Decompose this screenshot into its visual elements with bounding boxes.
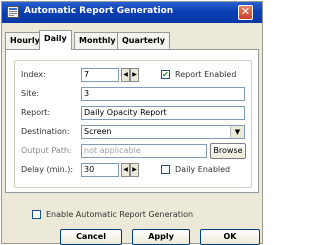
enable-auto-checkbox[interactable] bbox=[32, 210, 41, 219]
dialog-window: Automatic Report Generation ✕ Hourly Dai… bbox=[1, 1, 263, 245]
apply-button[interactable]: Apply bbox=[132, 229, 190, 245]
index-field[interactable]: 7 bbox=[81, 68, 119, 82]
enable-auto-label: Enable Automatic Report Generation bbox=[46, 210, 194, 219]
spin-right-icon[interactable]: ▶ bbox=[130, 68, 139, 82]
spin-left-icon[interactable]: ◀ bbox=[121, 163, 130, 177]
spin-right-icon[interactable]: ▶ bbox=[130, 163, 139, 177]
title-bar[interactable]: Automatic Report Generation ✕ bbox=[2, 2, 262, 23]
tab-monthly[interactable]: Monthly bbox=[74, 32, 121, 49]
output-path-field[interactable]: not applicable bbox=[81, 144, 207, 158]
index-label: Index: bbox=[21, 70, 46, 79]
delay-label: Delay (min.): bbox=[21, 165, 74, 174]
delay-spinner[interactable]: ◀ ▶ bbox=[121, 163, 139, 177]
index-spinner[interactable]: ◀ ▶ bbox=[121, 68, 139, 82]
tab-quarterly[interactable]: Quarterly bbox=[117, 32, 170, 49]
tab-strip: Hourly Daily Monthly Quarterly bbox=[5, 30, 263, 50]
app-icon bbox=[7, 6, 19, 18]
report-enabled-label: Report Enabled bbox=[175, 70, 237, 79]
tab-daily[interactable]: Daily bbox=[39, 30, 72, 50]
site-label: Site: bbox=[21, 89, 40, 98]
ok-button[interactable]: OK bbox=[200, 229, 260, 245]
delay-field[interactable]: 30 bbox=[81, 163, 119, 177]
daily-enabled-label: Daily Enabled bbox=[175, 165, 231, 174]
check-icon: ✔ bbox=[162, 70, 169, 79]
spin-left-icon[interactable]: ◀ bbox=[121, 68, 130, 82]
cancel-button[interactable]: Cancel bbox=[60, 229, 122, 245]
destination-value: Screen bbox=[84, 127, 112, 136]
chevron-down-icon[interactable]: ▼ bbox=[230, 126, 244, 138]
destination-select[interactable]: Screen ▼ bbox=[81, 125, 245, 139]
close-icon: ✕ bbox=[240, 5, 251, 18]
tab-panel-daily: Index: 7 ◀ ▶ ✔ Report Enabled Site: 3 Re… bbox=[5, 49, 259, 193]
report-enabled-checkbox[interactable]: ✔ bbox=[161, 70, 170, 79]
window-title: Automatic Report Generation bbox=[24, 6, 174, 16]
browse-button[interactable]: Browse bbox=[210, 143, 246, 159]
output-path-label: Output Path: bbox=[21, 146, 72, 155]
site-field[interactable]: 3 bbox=[81, 87, 245, 101]
report-label: Report: bbox=[21, 108, 51, 117]
daily-enabled-checkbox[interactable] bbox=[161, 165, 170, 174]
report-field[interactable]: Daily Opacity Report bbox=[81, 106, 245, 120]
report-settings-group: Index: 7 ◀ ▶ ✔ Report Enabled Site: 3 Re… bbox=[14, 60, 252, 188]
close-button[interactable]: ✕ bbox=[238, 5, 253, 20]
destination-label: Destination: bbox=[21, 127, 70, 136]
